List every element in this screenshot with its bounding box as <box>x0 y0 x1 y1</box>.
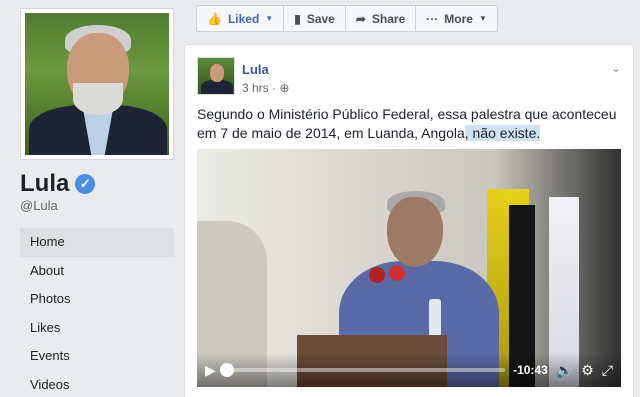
more-dots-icon: ··· <box>426 11 439 26</box>
more-label: More <box>444 11 473 26</box>
nav-item-photos[interactable]: Photos <box>20 285 174 314</box>
share-label: Share <box>371 11 406 26</box>
video-speaker-head <box>387 197 443 267</box>
globe-icon: ⊕ <box>279 81 290 95</box>
profile-picture-beard <box>73 83 123 115</box>
bookmark-icon: ▮ <box>294 11 301 26</box>
profile-picture[interactable] <box>25 13 169 155</box>
caret-down-icon: ▼ <box>478 14 487 23</box>
profile-picture-frame[interactable] <box>20 8 174 160</box>
save-label: Save <box>306 11 335 26</box>
video-microphone <box>389 265 405 281</box>
nav-item-home[interactable]: Home <box>20 228 174 257</box>
video-water-bottle <box>429 299 441 337</box>
share-button[interactable]: ➦ Share <box>346 6 417 31</box>
volume-icon[interactable]: 🔊 <box>556 362 573 379</box>
avatar-face <box>210 64 224 82</box>
post-text-main: Segundo o Ministério Público Federal, es… <box>197 106 617 141</box>
share-icon: ➦ <box>355 11 366 26</box>
post-author-name[interactable]: Lula <box>242 62 269 77</box>
verified-badge-icon: ✓ <box>75 174 96 194</box>
page-handle[interactable]: @Lula <box>20 198 58 213</box>
play-icon[interactable]: ▶ <box>205 362 216 379</box>
post-timestamp[interactable]: 3 hrs · ⊕ <box>242 81 289 95</box>
page-name-text: Lula <box>20 170 70 197</box>
post-time-text: 3 hrs · <box>242 81 280 95</box>
save-button[interactable]: ▮ Save <box>284 6 346 31</box>
nav-item-videos[interactable]: Videos <box>20 371 174 397</box>
video-microphone <box>369 267 385 283</box>
scrubber-handle[interactable] <box>219 363 234 377</box>
video-controls: ▶ -10:43 🔊 ⚙ ⤢ <box>197 353 621 387</box>
post-author-avatar[interactable] <box>197 57 235 95</box>
page-title[interactable]: Lula ✓ <box>20 170 96 198</box>
settings-icon[interactable]: ⚙ <box>581 362 594 379</box>
page-nav: Home About Photos Likes Events Videos <box>20 228 174 397</box>
post-video[interactable]: ▶ -10:43 🔊 ⚙ ⤢ <box>197 149 621 387</box>
post-text: Segundo o Ministério Público Federal, es… <box>197 105 623 143</box>
liked-label: Liked <box>227 11 260 26</box>
video-time-remaining: -10:43 <box>513 363 548 377</box>
thumbs-up-icon: 👍 <box>207 11 222 26</box>
post-options-chevron-icon[interactable]: ⌄ <box>611 61 621 75</box>
nav-item-about[interactable]: About <box>20 257 174 286</box>
post-card: Lula 3 hrs · ⊕ ⌄ Segundo o Ministério Pú… <box>184 44 634 397</box>
fullscreen-icon[interactable]: ⤢ <box>602 362 613 379</box>
post-text-highlight: , não existe. <box>464 125 541 141</box>
more-button[interactable]: ··· More ▼ <box>416 6 497 31</box>
page-action-bar: 👍 Liked ▼ ▮ Save ➦ Share ··· More ▼ <box>196 5 498 32</box>
caret-down-icon: ▼ <box>265 14 274 23</box>
avatar-suit <box>201 80 233 94</box>
liked-button[interactable]: 👍 Liked ▼ <box>197 6 285 31</box>
nav-item-events[interactable]: Events <box>20 342 174 371</box>
video-scrubber[interactable] <box>219 363 506 377</box>
nav-item-likes[interactable]: Likes <box>20 314 174 343</box>
